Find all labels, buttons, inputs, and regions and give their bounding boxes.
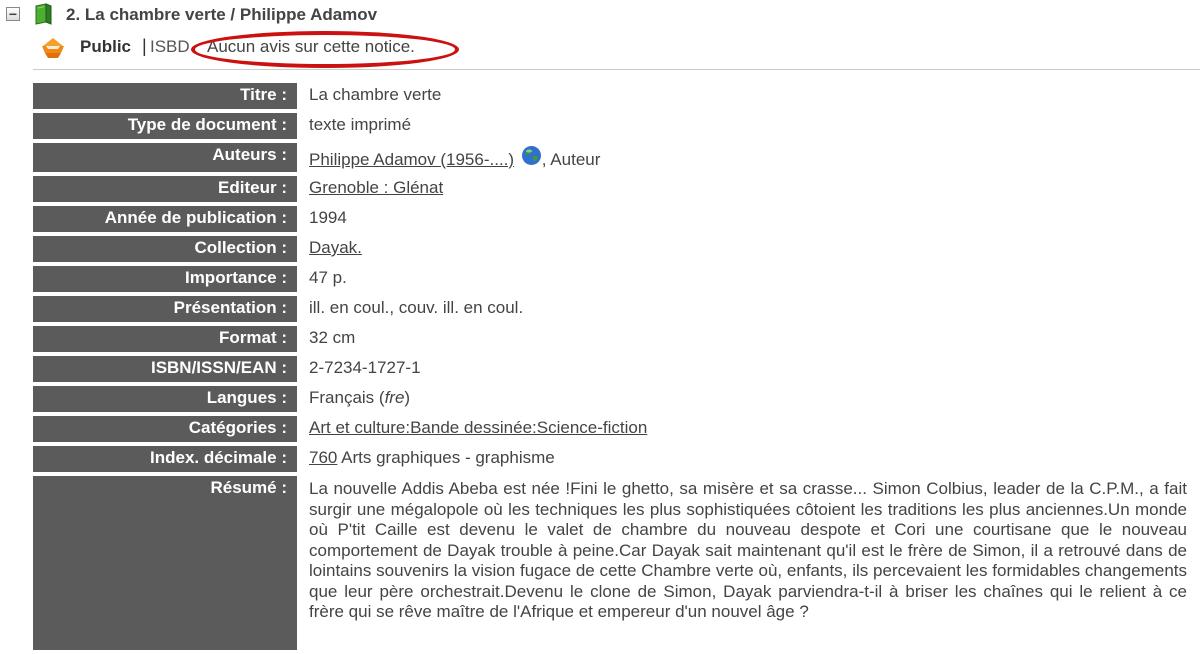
row-presentation: Présentation : ill. en coul., couv. ill.…: [33, 296, 1187, 322]
language-close: ): [404, 388, 411, 407]
dewey-link[interactable]: 760: [309, 448, 337, 467]
language-code: fre: [384, 388, 405, 407]
label-collection: Collection :: [33, 236, 298, 262]
value-presentation: ill. en coul., couv. ill. en coul.: [309, 298, 524, 317]
value-resume: La nouvelle Addis Abeba est née !Fini le…: [309, 479, 1187, 621]
language-name: Français (: [309, 388, 385, 407]
value-editeur: Grenoble : Glénat: [298, 176, 1187, 202]
basket-icon[interactable]: [40, 36, 66, 60]
collection-link[interactable]: Dayak.: [309, 238, 362, 257]
row-auteurs: Auteurs : Philippe Adamov (1956-....) , …: [33, 143, 1187, 172]
label-langues: Langues :: [33, 386, 298, 412]
book-icon: [35, 3, 52, 25]
tab-public[interactable]: Public: [80, 37, 131, 57]
label-presentation: Présentation :: [33, 296, 298, 322]
author-link[interactable]: Philippe Adamov (1956-....): [309, 150, 514, 169]
row-resume: Résumé : La nouvelle Addis Abeba est née…: [33, 476, 1187, 650]
label-type-document: Type de document :: [33, 113, 298, 139]
row-categories: Catégories : Art et culture:Bande dessin…: [33, 416, 1187, 442]
row-titre: Titre : La chambre verte: [33, 83, 1187, 109]
label-importance: Importance :: [33, 266, 298, 292]
label-editeur: Editeur :: [33, 176, 298, 202]
label-annee: Année de publication :: [33, 206, 298, 232]
value-categories: Art et culture:Bande dessinée:Science-fi…: [298, 416, 1187, 442]
record-details-table: Titre : La chambre verte Type de documen…: [33, 79, 1187, 654]
value-annee: 1994: [309, 208, 347, 227]
value-langues: Français (fre): [298, 386, 1187, 412]
value-index: 760 Arts graphiques - graphisme: [298, 446, 1187, 472]
label-isbn: ISBN/ISSN/EAN :: [33, 356, 298, 382]
row-isbn: ISBN/ISSN/EAN : 2-7234-1727-1: [33, 356, 1187, 382]
tab-separator: |: [142, 36, 147, 56]
highlight-ellipse: [191, 31, 459, 68]
value-type-document: texte imprimé: [309, 115, 412, 134]
row-langues: Langues : Français (fre): [33, 386, 1187, 412]
row-collection: Collection : Dayak.: [33, 236, 1187, 262]
label-format: Format :: [33, 326, 298, 352]
value-auteurs: Philippe Adamov (1956-....) , Auteur: [298, 143, 1187, 172]
label-categories: Catégories :: [33, 416, 298, 442]
row-annee: Année de publication : 1994: [33, 206, 1187, 232]
label-titre: Titre :: [33, 83, 298, 109]
value-importance: 47 p.: [309, 268, 347, 287]
label-resume: Résumé :: [33, 476, 298, 650]
category-link[interactable]: Art et culture:Bande dessinée:Science-fi…: [309, 418, 647, 437]
label-auteurs: Auteurs :: [33, 143, 298, 172]
value-format: 32 cm: [309, 328, 356, 347]
row-importance: Importance : 47 p.: [33, 266, 1187, 292]
divider: [33, 69, 1200, 70]
dewey-description: Arts graphiques - graphisme: [337, 448, 555, 467]
publisher-link[interactable]: Grenoble : Glénat: [309, 178, 443, 197]
label-index: Index. décimale :: [33, 446, 298, 472]
row-format: Format : 32 cm: [33, 326, 1187, 352]
value-isbn: 2-7234-1727-1: [309, 358, 421, 377]
row-type-document: Type de document : texte imprimé: [33, 113, 1187, 139]
author-role: , Auteur: [541, 150, 601, 169]
collapse-icon[interactable]: −: [6, 7, 20, 21]
row-editeur: Editeur : Grenoble : Glénat: [33, 176, 1187, 202]
record-title: 2. La chambre verte / Philippe Adamov: [66, 5, 378, 24]
globe-icon[interactable]: [521, 145, 542, 166]
row-index: Index. décimale : 760 Arts graphiques - …: [33, 446, 1187, 472]
value-collection: Dayak.: [298, 236, 1187, 262]
tab-isbd[interactable]: ISBD: [150, 37, 190, 57]
value-titre: La chambre verte: [309, 85, 442, 104]
